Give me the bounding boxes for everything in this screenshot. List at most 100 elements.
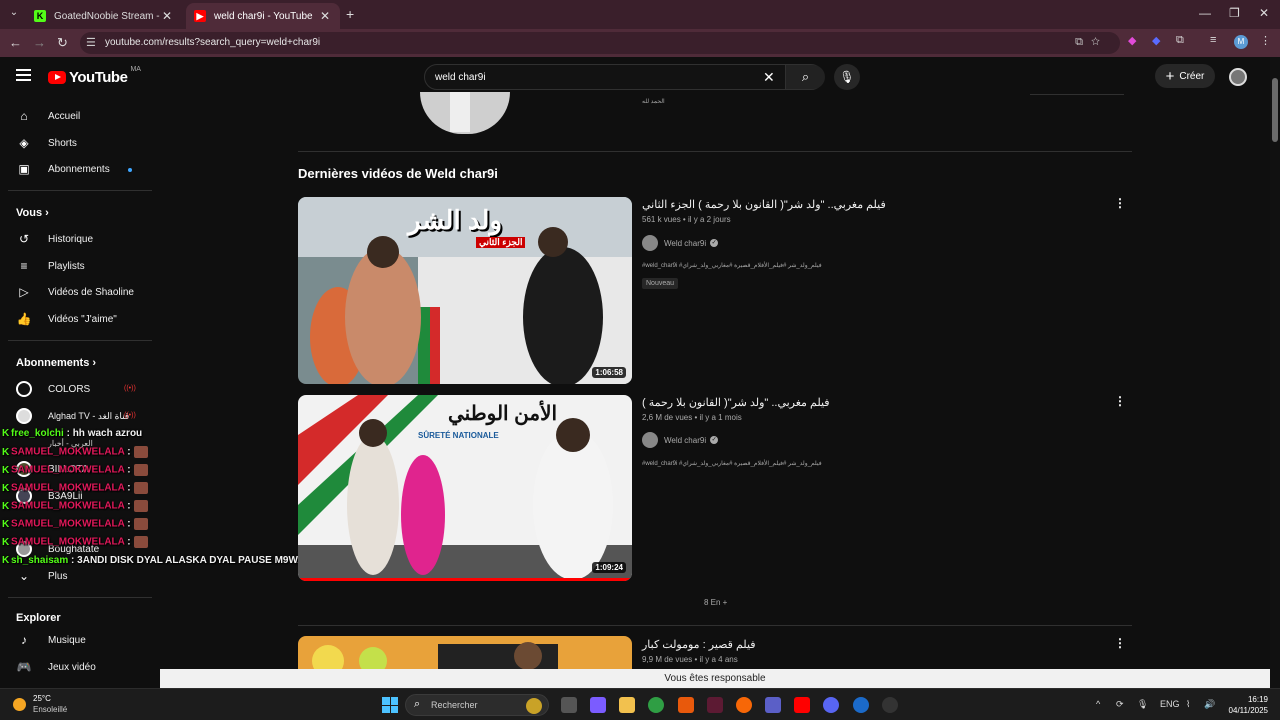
channel-avatar <box>642 235 658 251</box>
channel-description: الحمد لله <box>642 99 665 105</box>
video-thumbnail[interactable]: الأمن الوطني SÛRETÉ NATIONALE 1:09:24 <box>298 395 632 581</box>
sidebar-item-shorts[interactable]: ◈ Shorts <box>0 132 152 154</box>
wifi-icon[interactable]: ⌇ <box>1186 699 1190 710</box>
task-view-icon[interactable] <box>561 697 577 713</box>
system-clock[interactable]: 16:19 04/11/2025 <box>1228 694 1268 716</box>
address-actions[interactable]: ⧉☆ <box>1075 36 1108 49</box>
show-more-button[interactable]: 8 En + <box>704 598 727 607</box>
forward-button[interactable]: → <box>33 35 46 50</box>
video-channel[interactable]: Weld char9i ✓ <box>642 432 719 448</box>
taskbar-search[interactable]: ⌕ Rechercher <box>405 694 549 716</box>
sidebar-item-home[interactable]: ⌂ Accueil <box>0 105 152 127</box>
kick-icon: K <box>2 518 10 530</box>
playlists-icon: ≡ <box>20 259 28 273</box>
sidebar-you-header[interactable]: Vous › <box>16 207 49 219</box>
restore-button[interactable]: ❐ <box>1229 6 1240 20</box>
extension-icon[interactable]: ◆ <box>1128 34 1136 47</box>
app-icon[interactable] <box>678 697 694 713</box>
profile-avatar[interactable]: M <box>1234 35 1248 49</box>
search-input[interactable]: weld char9i <box>435 72 486 83</box>
discord-icon[interactable] <box>823 697 839 713</box>
weather-temp[interactable]: 25°C <box>33 694 51 703</box>
video-thumbnail[interactable] <box>298 636 632 669</box>
brave-icon[interactable] <box>736 697 752 713</box>
more-actions-icon[interactable]: ⋮ <box>1114 636 1126 650</box>
chrome-icon[interactable] <box>648 697 664 713</box>
clear-search-icon[interactable]: ✕ <box>763 69 775 86</box>
sidebar-more[interactable]: ⌄ Plus <box>0 565 152 587</box>
chat-message: Kfree_kolchi : hh wach azrou <box>2 428 142 439</box>
gaming-icon: 🎮 <box>16 660 32 674</box>
upload-age: il y a 4 ans <box>699 655 738 664</box>
your-videos-icon: ▷ <box>19 285 29 299</box>
site-info-icon[interactable]: ☰ <box>86 36 96 49</box>
more-actions-icon[interactable]: ⋮ <box>1114 394 1126 408</box>
chat-user: SAMUEL_MOKWELALA <box>11 518 125 530</box>
sync-icon[interactable]: ⟳ <box>1116 699 1124 710</box>
weather-condition[interactable]: Ensoleillé <box>33 705 67 714</box>
volume-icon[interactable]: 🔊 <box>1204 699 1215 710</box>
minimize-button[interactable]: — <box>1199 6 1211 20</box>
sidebar-item-playlists[interactable]: ≡ Playlists <box>0 255 152 277</box>
scrollbar-track[interactable] <box>1270 57 1280 688</box>
youtube-app-icon[interactable] <box>794 697 810 713</box>
file-explorer-icon[interactable] <box>619 697 635 713</box>
emote-icon <box>133 446 148 458</box>
emote-icon <box>133 500 148 512</box>
tab-kick-stream[interactable]: K GoatedNoobie Stream - Watch ✕ <box>26 3 182 29</box>
sidebar-item-music[interactable]: ♪ Musique <box>0 629 152 651</box>
sidebar-item-liked-videos[interactable]: 👍 Vidéos "J'aime" <box>0 308 152 330</box>
video-title[interactable]: فيلم مغربي.. "ولد شر"( القانون بلا رحمة … <box>642 198 886 211</box>
tab-search-icon[interactable]: ⌄ <box>6 5 22 21</box>
create-button[interactable]: + Créer <box>1155 64 1215 88</box>
close-window-button[interactable]: ✕ <box>1259 6 1269 20</box>
menu-kebab-icon[interactable]: ⋮ <box>1260 34 1271 47</box>
video-thumbnail[interactable]: ولد الشر الجزء الثاني 1:06:58 <box>298 197 632 384</box>
extension-icon[interactable]: ◆ <box>1152 34 1160 47</box>
close-icon[interactable]: ✕ <box>160 9 174 23</box>
app-icon[interactable] <box>707 697 723 713</box>
copilot-icon[interactable] <box>590 697 606 713</box>
video-title[interactable]: فيلم مغربي.. "ولد شر"( القانون بلا رحمة … <box>642 396 830 409</box>
sidebar-item-your-videos[interactable]: ▷ Vidéos de Shaoline <box>0 281 152 303</box>
search-button[interactable]: ⌕ <box>785 65 825 89</box>
search-box[interactable]: weld char9i ✕ ⌕ <box>424 64 825 90</box>
emote-icon <box>133 518 148 530</box>
input-language[interactable]: ENG <box>1160 699 1180 709</box>
shorts-icon: ◈ <box>19 136 29 150</box>
sidebar-subscriptions-header[interactable]: Abonnements › <box>16 357 96 369</box>
video-title[interactable]: فيلم قصير : مومولت كبار <box>642 638 756 651</box>
divider <box>298 625 1132 626</box>
sidebar-item-gaming[interactable]: 🎮 Jeux vidéo <box>0 656 152 678</box>
close-icon[interactable]: ✕ <box>318 9 332 23</box>
sidebar-item-history[interactable]: ↺ Historique <box>0 228 152 250</box>
guide-menu-icon[interactable] <box>16 69 31 81</box>
app-icon[interactable] <box>882 697 898 713</box>
account-avatar[interactable] <box>1229 68 1247 86</box>
more-actions-icon[interactable]: ⋮ <box>1114 196 1126 210</box>
windows-start-icon[interactable] <box>382 697 398 713</box>
new-tab-button[interactable]: + <box>346 6 354 22</box>
chat-text: : <box>127 536 131 548</box>
address-bar[interactable]: ☰ youtube.com/results?search_query=weld+… <box>80 32 1120 54</box>
scrollbar-thumb[interactable] <box>1272 78 1278 142</box>
voice-search-icon[interactable]: 🎙 <box>834 64 860 90</box>
back-button[interactable]: ← <box>9 35 22 50</box>
reload-button[interactable]: ↻ <box>57 35 68 51</box>
extensions-puzzle-icon[interactable]: ⧉ <box>1176 34 1184 47</box>
youtube-logo[interactable]: YouTube MA <box>48 66 141 86</box>
microphone-icon[interactable]: 🎙 <box>1137 699 1148 710</box>
tab-youtube[interactable]: ▶ weld char9i - YouTube ✕ <box>186 3 340 29</box>
steam-icon[interactable] <box>853 697 869 713</box>
sun-icon[interactable] <box>13 698 26 711</box>
new-content-dot <box>128 168 132 172</box>
channel-thumbnail[interactable] <box>420 92 510 134</box>
sidebar-item-label: Musique <box>48 634 86 646</box>
reading-list-icon[interactable]: ≡ <box>1210 34 1216 46</box>
video-description: #weld_char9i #فيلم_ولد_شر #فيلم_الأفلام_… <box>642 263 822 269</box>
video-channel[interactable]: Weld char9i ✓ <box>642 235 719 251</box>
channel-name: Weld char9i <box>664 238 707 248</box>
tray-overflow-icon[interactable]: ^ <box>1096 699 1100 709</box>
teams-icon[interactable] <box>765 697 781 713</box>
sidebar-explore-header: Explorer <box>16 612 61 624</box>
